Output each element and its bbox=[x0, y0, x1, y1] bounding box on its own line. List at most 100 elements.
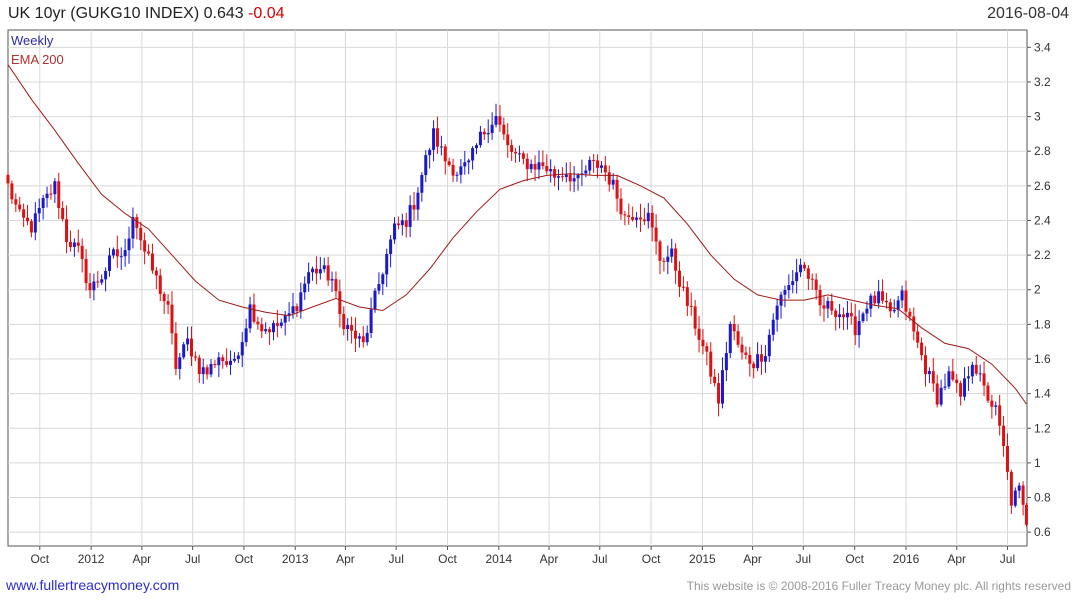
candle-body bbox=[596, 160, 600, 168]
candle-body bbox=[767, 334, 771, 357]
candle-body bbox=[37, 208, 41, 214]
candle-body bbox=[268, 329, 272, 333]
site-link[interactable]: www.fullertreacymoney.com bbox=[6, 577, 179, 593]
candle-body bbox=[221, 357, 225, 362]
candle-body bbox=[826, 301, 830, 309]
candle-body bbox=[752, 363, 756, 369]
candle-body bbox=[143, 240, 147, 252]
candle-body bbox=[318, 269, 322, 274]
candle-body bbox=[810, 278, 814, 280]
candle-body bbox=[728, 323, 732, 354]
candle-body bbox=[439, 146, 443, 148]
candle-body bbox=[291, 306, 295, 314]
candle-body bbox=[1024, 504, 1028, 525]
candle-body bbox=[994, 405, 998, 407]
candle-body bbox=[705, 346, 709, 352]
candle-body bbox=[365, 332, 369, 343]
candle-body bbox=[303, 283, 307, 293]
y-tick-label: 0.8 bbox=[1034, 491, 1051, 505]
candle-body bbox=[428, 149, 432, 156]
candle-body bbox=[603, 165, 607, 173]
candle-body bbox=[693, 306, 697, 329]
candle-body bbox=[119, 256, 123, 258]
candle-body bbox=[88, 283, 92, 291]
candle-body bbox=[279, 322, 283, 326]
candle-body bbox=[111, 249, 115, 256]
candle-body bbox=[404, 220, 408, 227]
candle-body bbox=[189, 338, 193, 357]
candle-body bbox=[283, 315, 287, 323]
candle-body bbox=[927, 371, 931, 375]
candle-body bbox=[517, 153, 521, 155]
candle-body bbox=[599, 165, 603, 168]
candle-body bbox=[322, 265, 326, 270]
candle-body bbox=[592, 159, 596, 161]
candle-body bbox=[607, 172, 611, 185]
candle-body bbox=[260, 324, 264, 332]
candle-body bbox=[560, 176, 564, 178]
x-tick-label: 2012 bbox=[78, 552, 105, 566]
x-tick-label: Jul bbox=[389, 552, 404, 566]
candle-body bbox=[732, 323, 736, 332]
candle-body bbox=[791, 281, 795, 286]
candle-body bbox=[986, 385, 990, 401]
candle-body bbox=[1005, 445, 1009, 472]
candle-body bbox=[326, 265, 330, 281]
candle-body bbox=[96, 281, 100, 283]
candle-body bbox=[525, 158, 529, 170]
candle-body bbox=[334, 279, 338, 292]
candle-body bbox=[982, 373, 986, 386]
candle-body bbox=[174, 333, 178, 369]
candle-body bbox=[104, 271, 108, 280]
candle-body bbox=[510, 145, 514, 152]
candle-body bbox=[822, 305, 826, 309]
candle-body bbox=[178, 357, 182, 369]
candle-body bbox=[865, 308, 869, 314]
candle-body bbox=[537, 162, 541, 170]
candle-body bbox=[502, 124, 506, 135]
candle-body bbox=[951, 371, 955, 380]
candle-body bbox=[131, 217, 135, 239]
x-tick-label: Oct bbox=[438, 552, 457, 566]
candle-body bbox=[463, 162, 467, 167]
candle-body bbox=[588, 159, 592, 171]
candle-body bbox=[369, 309, 373, 333]
candle-body bbox=[806, 268, 810, 279]
candle-body bbox=[264, 329, 268, 332]
candle-body bbox=[556, 176, 560, 178]
candle-body bbox=[635, 217, 639, 220]
candle-body bbox=[619, 198, 623, 215]
candle-body bbox=[760, 354, 764, 362]
x-tick-label: Oct bbox=[235, 552, 254, 566]
candle-body bbox=[724, 353, 728, 371]
x-tick-label: 2015 bbox=[689, 552, 716, 566]
candle-body bbox=[201, 367, 205, 375]
y-tick-label: 2 bbox=[1034, 283, 1041, 297]
candle-body bbox=[49, 193, 53, 195]
candle-body bbox=[357, 336, 361, 339]
candle-body bbox=[295, 306, 299, 312]
x-tick-label: Apr bbox=[336, 552, 355, 566]
x-tick-label: Oct bbox=[642, 552, 661, 566]
candle-body bbox=[475, 145, 479, 149]
candle-body bbox=[931, 371, 935, 384]
candle-body bbox=[506, 134, 510, 146]
legend-weekly: Weekly bbox=[11, 33, 54, 48]
candle-body bbox=[217, 357, 221, 366]
candle-body bbox=[514, 151, 518, 154]
candle-body bbox=[740, 344, 744, 353]
candle-body bbox=[576, 175, 580, 179]
candle-body bbox=[853, 316, 857, 336]
candle-body bbox=[193, 356, 197, 358]
candle-body bbox=[68, 241, 72, 247]
candle-body bbox=[80, 245, 84, 259]
candle-body bbox=[920, 342, 924, 356]
candle-body bbox=[799, 264, 803, 273]
candle-body bbox=[935, 383, 939, 405]
candle-body bbox=[748, 354, 752, 364]
candle-body bbox=[385, 254, 389, 275]
candle-body bbox=[338, 291, 342, 314]
candle-body bbox=[314, 268, 318, 274]
y-tick-label: 3.2 bbox=[1034, 75, 1051, 89]
candle-body bbox=[947, 371, 951, 387]
